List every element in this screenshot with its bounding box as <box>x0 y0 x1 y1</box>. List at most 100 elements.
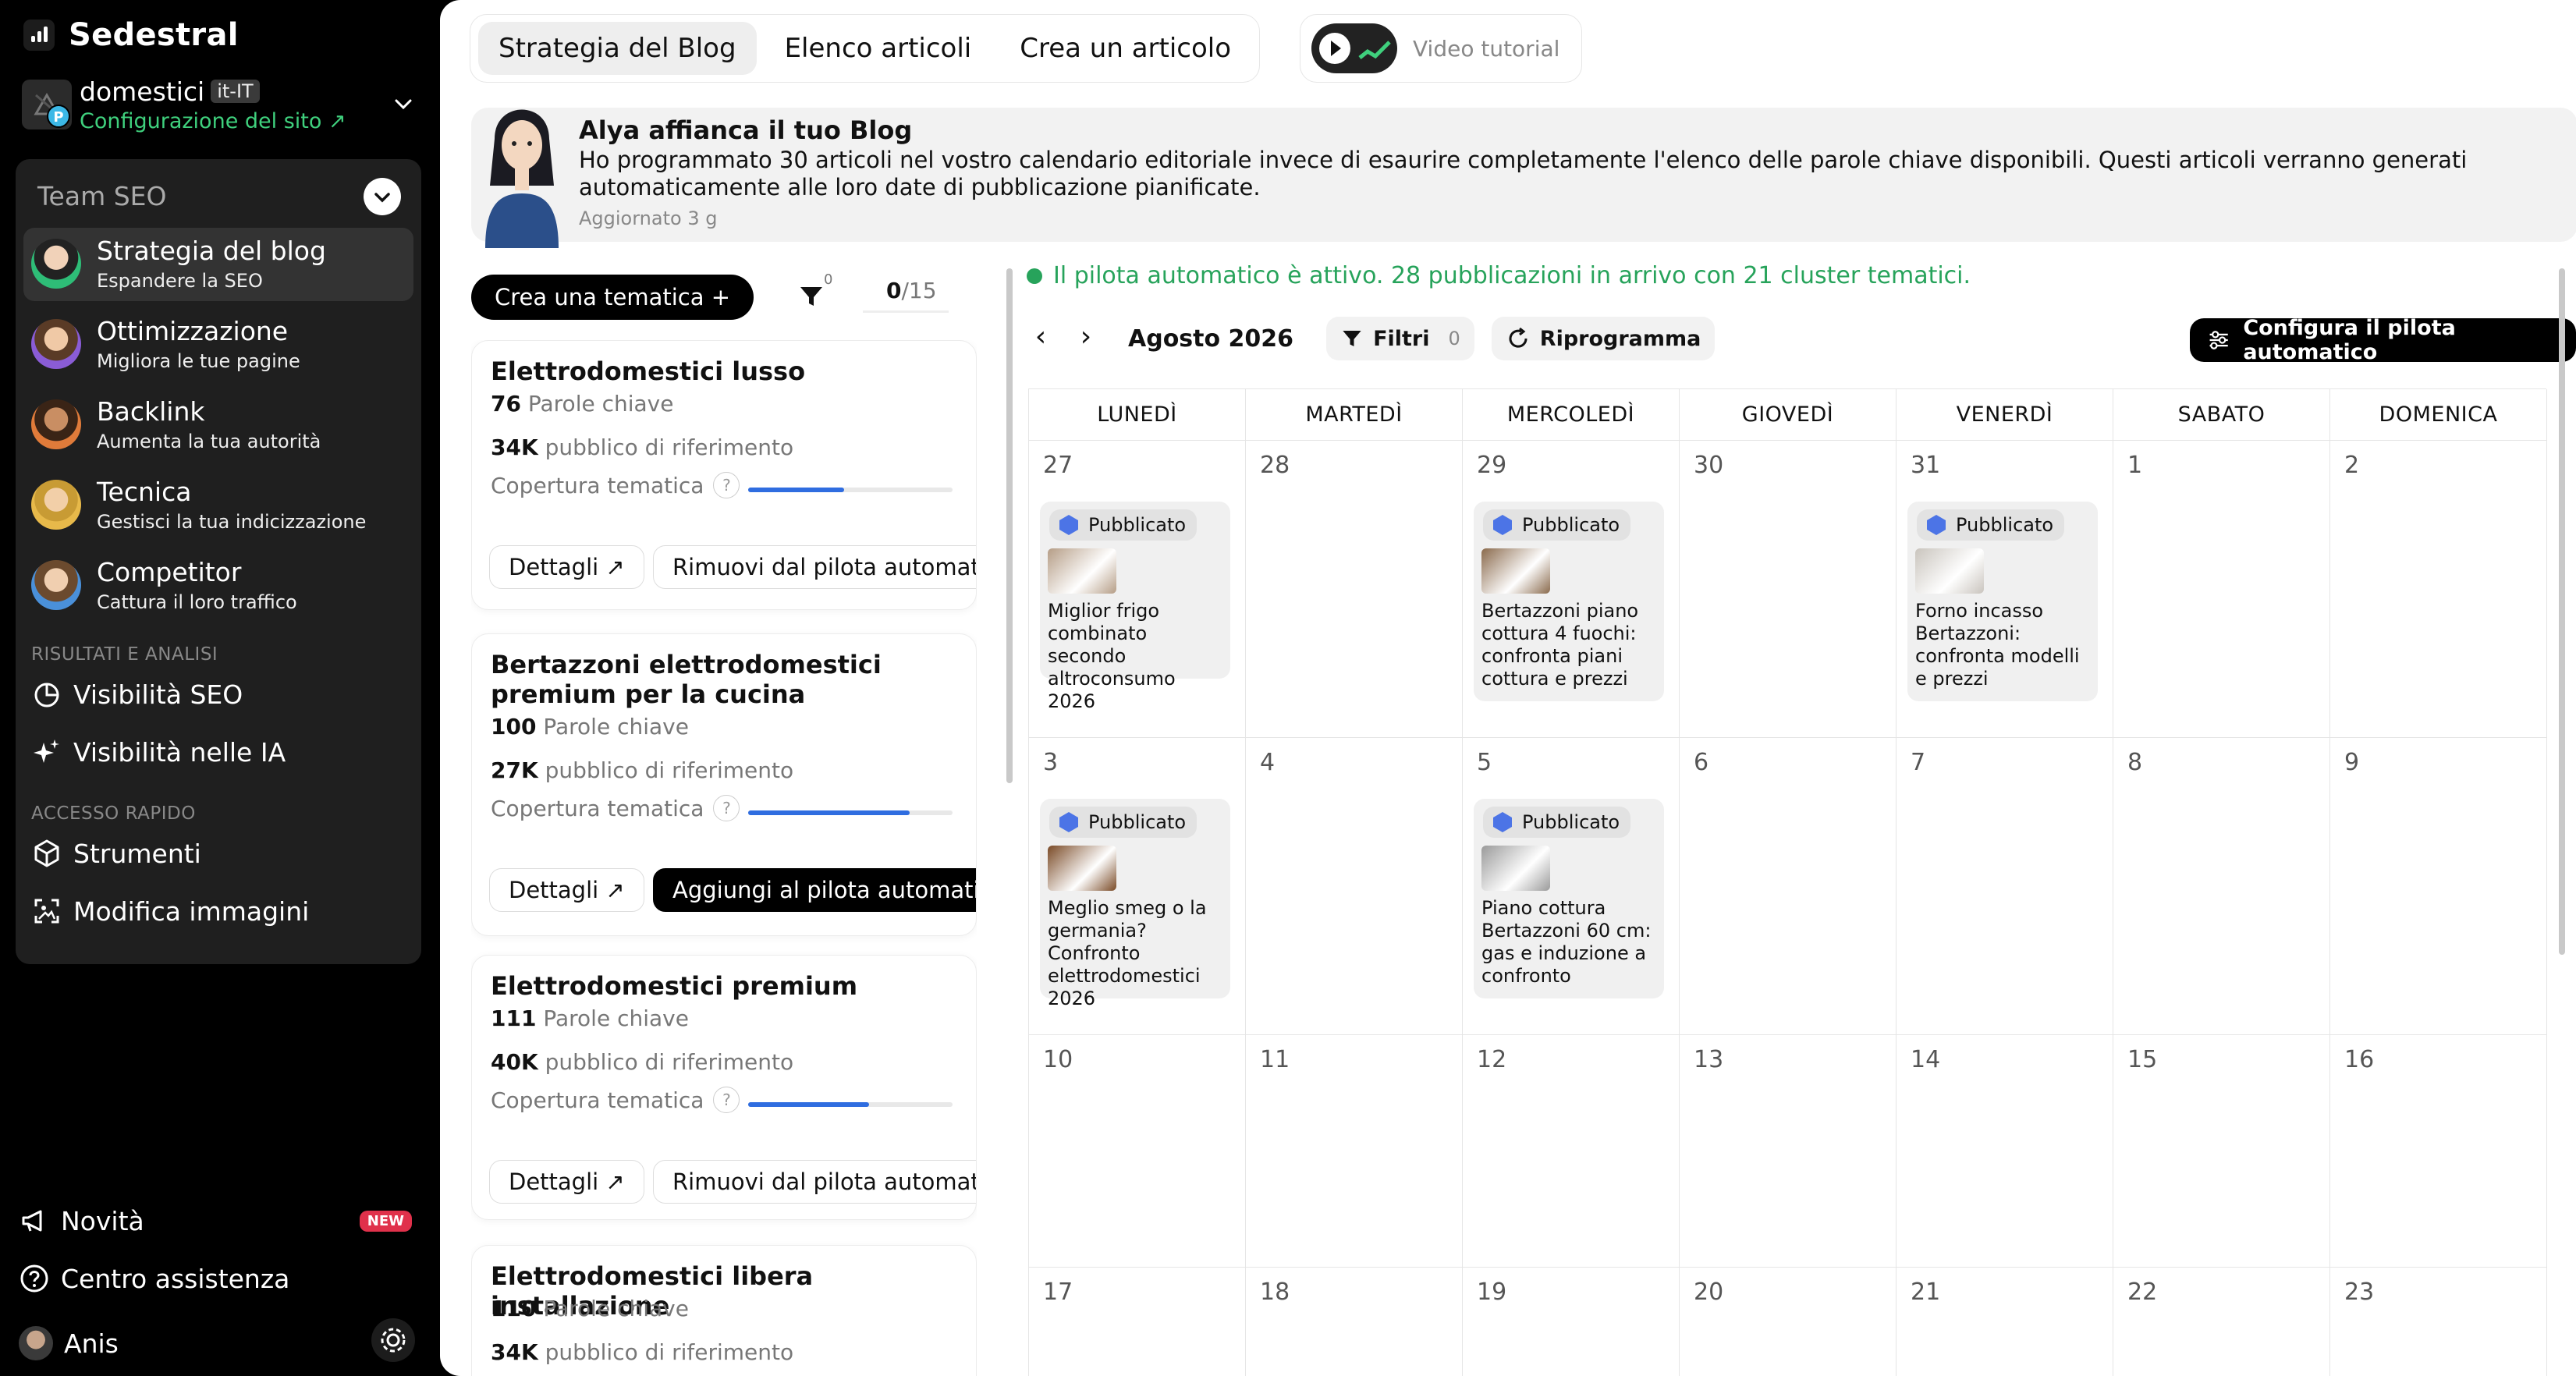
site-config-link[interactable]: Configurazione del sito ↗ <box>80 109 346 133</box>
calendar-day-cell[interactable]: 14 <box>1897 1035 2113 1268</box>
tab-strategia-blog[interactable]: Strategia del Blog <box>478 22 757 75</box>
tab-crea-articolo[interactable]: Crea un articolo <box>999 22 1251 75</box>
theme-card[interactable]: Elettrodomestici libera installazione 110… <box>471 1245 977 1376</box>
user-profile[interactable]: Anis <box>19 1326 119 1360</box>
keywords-count: 76 <box>491 391 521 417</box>
hexagon-icon <box>1059 515 1078 535</box>
scheduled-post-card[interactable]: Pubblicato Miglior frigo combinato secon… <box>1040 502 1230 712</box>
calendar-day-cell[interactable]: 4 <box>1246 738 1463 1035</box>
configure-autopilot-button[interactable]: Configura il pilota automatico <box>2190 316 2576 364</box>
chevron-down-icon <box>374 193 390 203</box>
calendar-day-cell[interactable]: 17 <box>1029 1268 1246 1376</box>
filters-button[interactable]: Filtri 0 <box>1326 317 1474 360</box>
calendar-day-cell[interactable]: 2 <box>2330 441 2547 738</box>
scheduled-post-card[interactable]: Pubblicato Meglio smeg o la germania? Co… <box>1040 799 1230 1009</box>
help-center-link[interactable]: Centro assistenza <box>19 1263 289 1294</box>
calendar-day-cell[interactable]: 12 <box>1463 1035 1680 1268</box>
calendar-day-cell[interactable]: 21 <box>1897 1268 2113 1376</box>
details-button[interactable]: Dettagli ↗ <box>489 868 644 912</box>
audience-label: pubblico di riferimento <box>545 757 794 783</box>
theme-list-scrollbar[interactable] <box>1006 268 1013 783</box>
help-icon[interactable]: ? <box>713 795 740 821</box>
video-tutorial-button[interactable]: Video tutorial <box>1300 14 1583 83</box>
theme-audience: 34K pubblico di riferimento <box>491 434 793 460</box>
add-autopilot-button[interactable]: Aggiungi al pilota automatico <box>653 868 976 912</box>
calendar-day-cell[interactable]: 1 <box>2113 441 2330 738</box>
help-icon[interactable]: ? <box>713 1087 740 1113</box>
help-icon[interactable]: ? <box>713 472 740 498</box>
chevron-left-icon[interactable]: ‹ <box>1027 323 1055 353</box>
nav-modifica-immagini[interactable]: Modifica immagini <box>31 895 309 927</box>
calendar-day-cell[interactable]: 16 <box>2330 1035 2547 1268</box>
hexagon-icon <box>1493 515 1512 535</box>
calendar-day-cell[interactable]: 29 Pubblicato Bertazzoni piano cottura 4… <box>1463 441 1680 738</box>
theme-card[interactable]: Elettrodomestici lusso 76 Parole chiave 34… <box>471 340 977 610</box>
calendar-day-cell[interactable]: 7 <box>1897 738 2113 1035</box>
day-number: 18 <box>1260 1278 1290 1306</box>
calendar-scrollbar[interactable] <box>2559 268 2565 955</box>
tab-elenco-articoli[interactable]: Elenco articoli <box>765 22 992 75</box>
calendar-day-cell[interactable]: 11 <box>1246 1035 1463 1268</box>
chevron-right-icon[interactable]: › <box>1072 323 1100 353</box>
details-button[interactable]: Dettagli ↗ <box>489 1160 644 1204</box>
calendar-day-cell[interactable]: 3 Pubblicato Meglio smeg o la germania? … <box>1029 738 1246 1035</box>
calendar-day-cell[interactable]: 8 <box>2113 738 2330 1035</box>
nav-tecnica[interactable]: Tecnica Gestisci la tua indicizzazione <box>23 469 413 542</box>
calendar-day-cell[interactable]: 6 <box>1680 738 1897 1035</box>
day-number: 3 <box>1043 749 1059 776</box>
scheduled-post-card[interactable]: Pubblicato Forno incasso Bertazzoni: con… <box>1907 502 2098 701</box>
calendar-day-cell[interactable]: 10 <box>1029 1035 1246 1268</box>
coverage-label: Copertura tematica <box>491 472 704 498</box>
remove-autopilot-button[interactable]: Rimuovi dal pilota automatico <box>653 545 976 589</box>
scheduled-post-card[interactable]: Pubblicato Piano cottura Bertazzoni 60 c… <box>1474 799 1664 998</box>
calendar-day-cell[interactable]: 28 <box>1246 441 1463 738</box>
filter-icon <box>1343 331 1361 346</box>
scheduled-post-card[interactable]: Pubblicato Bertazzoni piano cottura 4 fu… <box>1474 502 1664 701</box>
site-domain-name: domestici <box>80 76 205 107</box>
news-link[interactable]: Novità <box>19 1205 144 1236</box>
nav-strumenti[interactable]: Strumenti <box>31 838 201 869</box>
calendar-day-cell[interactable]: 30 <box>1680 441 1897 738</box>
reschedule-button[interactable]: Riprogramma <box>1491 317 1716 360</box>
remove-autopilot-button[interactable]: Rimuovi dal pilota automatico <box>653 1160 976 1204</box>
calendar-day-cell[interactable]: 27 Pubblicato Miglior frigo combinato se… <box>1029 441 1246 738</box>
chevron-down-icon[interactable] <box>392 92 415 115</box>
nav-visibilita-seo[interactable]: Visibilità SEO <box>31 679 243 710</box>
theme-card[interactable]: Bertazzoni elettrodomestici premium per … <box>471 633 977 936</box>
theme-card[interactable]: Elettrodomestici premium 111 Parole chiav… <box>471 955 977 1220</box>
competitor-avatar <box>31 560 81 610</box>
keywords-label: Parole chiave <box>543 1296 689 1321</box>
nav-backlink[interactable]: Backlink Aumenta la tua autorità <box>23 388 413 462</box>
site-selector[interactable]: P domestici it-IT Configurazione del sito… <box>22 75 420 139</box>
gear-icon <box>381 1328 406 1353</box>
create-theme-button[interactable]: Crea una tematica + <box>471 275 754 320</box>
team-collapse-toggle[interactable] <box>364 178 401 215</box>
settings-button[interactable] <box>371 1318 415 1362</box>
nav-strategia-blog[interactable]: Strategia del blog Espandere la SEO <box>23 228 413 301</box>
create-theme-label: Crea una tematica + <box>495 284 731 310</box>
brand[interactable]: Sedestral <box>23 17 239 53</box>
calendar-day-cell[interactable]: 18 <box>1246 1268 1463 1376</box>
autopilot-action-label: Rimuovi dal pilota automatico <box>672 554 976 580</box>
calendar-day-cell[interactable]: 9 <box>2330 738 2547 1035</box>
calendar-day-cell[interactable]: 22 <box>2113 1268 2330 1376</box>
calendar-day-cell[interactable]: 15 <box>2113 1035 2330 1268</box>
calendar-day-cell[interactable]: 19 <box>1463 1268 1680 1376</box>
calendar-day-cell[interactable]: 31 Pubblicato Forno incasso Bertazzoni: … <box>1897 441 2113 738</box>
calendar-day-cell[interactable]: 5 Pubblicato Piano cottura Bertazzoni 60… <box>1463 738 1680 1035</box>
sedestral-logo-icon <box>23 20 55 51</box>
theme-keywords: 110 Parole chiave <box>491 1296 689 1321</box>
nav-visibilita-ia[interactable]: Visibilità nelle IA <box>31 736 286 768</box>
calendar-day-cell[interactable]: 20 <box>1680 1268 1897 1376</box>
nav-competitor[interactable]: Competitor Cattura il loro traffico <box>23 549 413 622</box>
coverage-label: Copertura tematica <box>491 795 704 821</box>
details-button[interactable]: Dettagli ↗ <box>489 545 644 589</box>
day-number: 28 <box>1260 452 1290 479</box>
team-seo-panel: Team SEO Strategia del blog Espandere la… <box>16 159 421 964</box>
details-label: Dettagli ↗ <box>509 877 625 903</box>
nav-ottimizzazione[interactable]: Ottimizzazione Migliora le tue pagine <box>23 308 413 381</box>
calendar-day-cell[interactable]: 23 <box>2330 1268 2547 1376</box>
calendar-day-cell[interactable]: 13 <box>1680 1035 1897 1268</box>
day-number: 6 <box>1694 749 1709 776</box>
filter-icon[interactable] <box>797 282 825 310</box>
